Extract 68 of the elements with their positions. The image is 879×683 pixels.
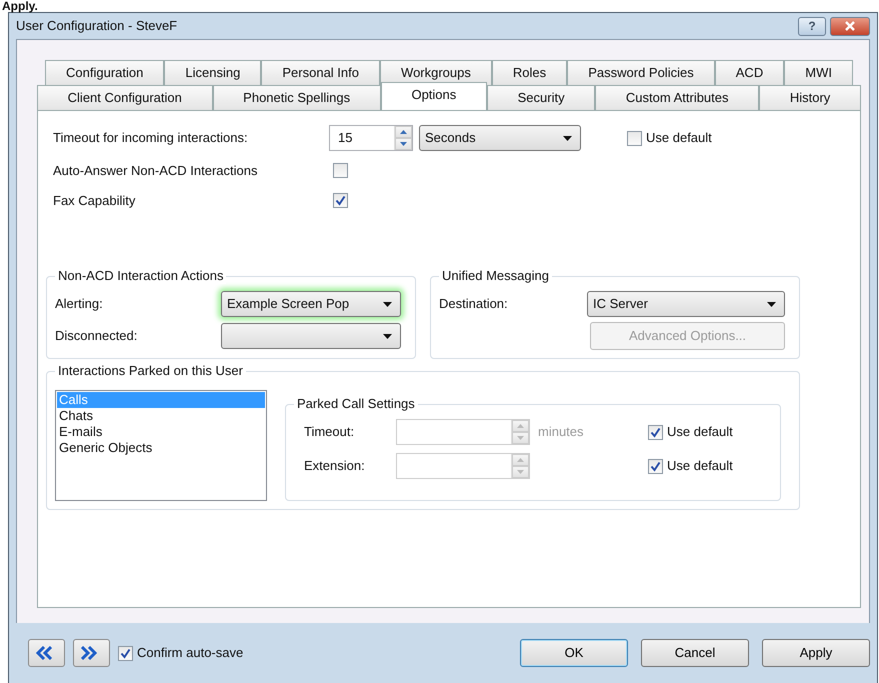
checkbox[interactable] bbox=[627, 130, 642, 146]
down-arrow-icon bbox=[517, 436, 524, 440]
dropdown[interactable]: Example Screen Pop bbox=[221, 291, 401, 317]
field-label: Destination: bbox=[439, 295, 509, 314]
tab[interactable]: Personal Info bbox=[261, 60, 380, 85]
field-label: Extension: bbox=[304, 457, 366, 476]
list-item[interactable]: Chats bbox=[57, 408, 265, 424]
window-title: User Configuration - SteveF bbox=[16, 17, 178, 36]
check-icon bbox=[335, 194, 346, 206]
checkbox-label: Use default bbox=[646, 129, 712, 148]
check-icon bbox=[650, 426, 661, 438]
help-button[interactable]: ? bbox=[798, 16, 826, 36]
checkbox-label: Fax Capability bbox=[53, 192, 136, 210]
tab[interactable]: Configuration bbox=[45, 60, 164, 85]
double-right-arrow-icon bbox=[80, 646, 96, 660]
dropdown[interactable] bbox=[221, 323, 401, 349]
tab[interactable]: Password Policies bbox=[567, 60, 715, 85]
check-icon bbox=[650, 460, 661, 472]
double-left-arrow-icon bbox=[36, 646, 52, 660]
tab[interactable]: Licensing bbox=[164, 60, 262, 85]
checkbox-label: Confirm auto-save bbox=[137, 644, 244, 662]
dialog-button[interactable]: Apply bbox=[762, 639, 870, 667]
spin-down-button[interactable] bbox=[395, 138, 412, 150]
dropdown[interactable]: IC Server bbox=[587, 291, 785, 317]
tab[interactable]: Options bbox=[380, 82, 487, 110]
checkbox-label: Use default bbox=[667, 423, 733, 442]
tab[interactable]: History bbox=[759, 85, 861, 110]
previous-button[interactable] bbox=[28, 639, 65, 667]
close-icon bbox=[845, 21, 855, 31]
field-label: Disconnected: bbox=[55, 327, 138, 346]
down-arrow-icon bbox=[400, 142, 407, 146]
group-title: Unified Messaging bbox=[439, 268, 552, 284]
unit-label: minutes bbox=[537, 423, 585, 442]
caret-icon bbox=[383, 334, 392, 338]
checkbox[interactable] bbox=[333, 163, 348, 178]
dropdown[interactable]: Seconds bbox=[419, 125, 581, 151]
tab[interactable]: Roles bbox=[492, 60, 568, 85]
field-label: Timeout for incoming interactions: bbox=[53, 129, 249, 148]
dialog-button[interactable]: Cancel bbox=[641, 639, 749, 667]
checkbox[interactable] bbox=[333, 192, 348, 208]
next-button[interactable] bbox=[73, 639, 110, 667]
tab[interactable]: ACD bbox=[714, 60, 784, 85]
tab[interactable]: Custom Attributes bbox=[595, 85, 760, 110]
up-arrow-icon bbox=[517, 458, 524, 462]
close-button[interactable] bbox=[830, 16, 870, 36]
checkbox-label: Auto-Answer Non-ACD Interactions bbox=[53, 162, 258, 180]
number-field[interactable]: 15 bbox=[329, 125, 413, 151]
tab[interactable]: Phonetic Spellings bbox=[212, 85, 381, 110]
tab[interactable]: Security bbox=[486, 85, 596, 110]
field-label: Alerting: bbox=[55, 295, 104, 314]
field-label: Timeout: bbox=[304, 423, 356, 442]
spin-up-button[interactable] bbox=[395, 126, 412, 138]
check-icon bbox=[120, 648, 131, 658]
dialog-button[interactable]: OK bbox=[520, 639, 628, 667]
caret-icon bbox=[383, 302, 392, 306]
caret-icon bbox=[767, 302, 776, 306]
group-title: Parked Call Settings bbox=[294, 396, 418, 412]
list-item[interactable]: E-mails bbox=[57, 424, 265, 440]
up-arrow-icon bbox=[400, 130, 407, 134]
caption-text: Apply. bbox=[1, 0, 39, 12]
tab[interactable]: MWI bbox=[784, 60, 854, 85]
tab[interactable]: Client Configuration bbox=[37, 85, 213, 110]
checkbox[interactable] bbox=[118, 646, 133, 660]
down-arrow-icon bbox=[517, 470, 524, 474]
list-item[interactable]: Generic Objects bbox=[57, 440, 265, 456]
checkbox-label: Use default bbox=[667, 457, 733, 476]
caret-icon bbox=[563, 136, 572, 140]
up-arrow-icon bbox=[517, 424, 524, 428]
